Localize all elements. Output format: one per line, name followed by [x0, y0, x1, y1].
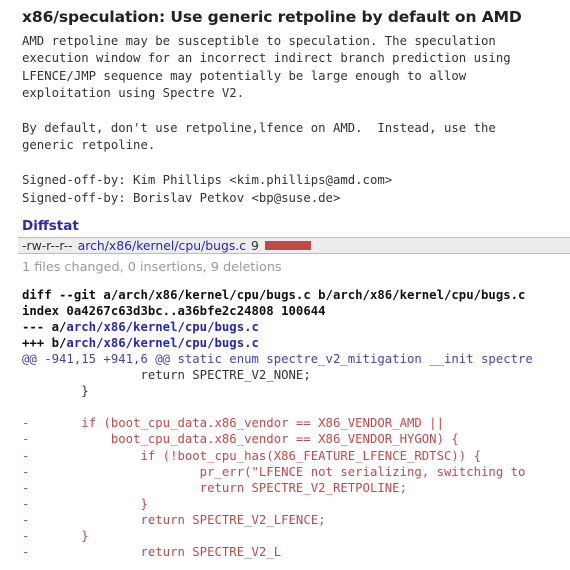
diff-header-line: index 0a4267c63d3bc..a36bfe2c24808 10064… — [22, 303, 570, 319]
diff-deletion-line: - return SPECTRE_V2_RETPOLINE; — [22, 480, 570, 496]
diff-deletion-text: - return SPECTRE_V2_L — [22, 544, 282, 559]
diff-deletion-line: - boot_cpu_data.x86_vendor == X86_VENDOR… — [22, 431, 570, 447]
diff-body: diff --git a/arch/x86/kernel/cpu/bugs.c … — [0, 275, 570, 560]
diff-new-file-line: +++ b/arch/x86/kernel/cpu/bugs.c — [22, 335, 570, 351]
diff-file-prefix: +++ b/ — [22, 336, 67, 351]
diffstat-graph — [264, 241, 311, 251]
diff-context-line: return SPECTRE_V2_NONE; — [22, 367, 570, 383]
diff-file-prefix: --- a/ — [22, 320, 67, 335]
diff-context-line — [22, 399, 570, 415]
diff-deletion-line: - pr_err("LFENCE not serializing, switch… — [22, 464, 570, 480]
diff-context-text: return SPECTRE_V2_NONE; — [22, 368, 311, 383]
commit-message: AMD retpoline may be susceptible to spec… — [22, 34, 511, 205]
diffstat-deletion-bar — [264, 241, 311, 251]
diffstat-file-link[interactable]: arch/x86/kernel/cpu/bugs.c — [73, 238, 246, 253]
diffstat-change-count: 9 — [251, 238, 259, 254]
diff-header-text: diff --git a/arch/x86/kernel/cpu/bugs.c … — [22, 288, 526, 303]
diff-file-path: arch/x86/kernel/cpu/bugs.c — [66, 320, 259, 335]
page-title: x86/speculation: Use generic retpoline b… — [22, 8, 522, 26]
diff-context-text: } — [22, 384, 89, 399]
diff-deletion-text: - boot_cpu_data.x86_vendor == X86_VENDOR… — [22, 432, 459, 447]
diff-old-file-line: --- a/arch/x86/kernel/cpu/bugs.c — [22, 319, 570, 335]
diff-deletion-text: - } — [22, 528, 89, 543]
diff-hunk-text: @@ -941,15 +941,6 @@ static enum spectre… — [22, 352, 533, 367]
diff-deletion-text: - pr_err("LFENCE not serializing, switch… — [22, 464, 526, 479]
diffstat-row: -rw-r--r-- arch/x86/kernel/cpu/bugs.c 9 — [18, 237, 570, 255]
diff-deletion-text: - } — [22, 496, 148, 511]
diff-deletion-text: - if (!boot_cpu_has(X86_FEATURE_LFENCE_R… — [22, 448, 482, 463]
diff-deletion-line: - if (boot_cpu_data.x86_vendor == X86_VE… — [22, 415, 570, 431]
diffstat-summary: 1 files changed, 0 insertions, 9 deletio… — [22, 260, 282, 276]
diff-deletion-text: - if (boot_cpu_data.x86_vendor == X86_VE… — [22, 416, 444, 431]
diffstat-heading: Diffstat — [22, 218, 79, 235]
diff-context-line: } — [22, 383, 570, 399]
commit-page: x86/speculation: Use generic retpoline b… — [0, 0, 570, 570]
diff-deletion-text: - return SPECTRE_V2_RETPOLINE; — [22, 480, 407, 495]
diff-deletion-line: - return SPECTRE_V2_L — [22, 544, 570, 560]
diffstat-table: -rw-r--r-- arch/x86/kernel/cpu/bugs.c 9 — [0, 237, 570, 255]
diff-header-text: index 0a4267c63d3bc..a36bfe2c24808 10064… — [22, 304, 326, 319]
diff-deletion-line: - if (!boot_cpu_has(X86_FEATURE_LFENCE_R… — [22, 448, 570, 464]
diff-deletion-text: - return SPECTRE_V2_LFENCE; — [22, 512, 326, 527]
diff-deletion-line: - } — [22, 496, 570, 512]
diff-deletion-line: - } — [22, 528, 570, 544]
diff-header-line: diff --git a/arch/x86/kernel/cpu/bugs.c … — [22, 287, 570, 303]
diff-hunk-line: @@ -941,15 +941,6 @@ static enum spectre… — [22, 351, 570, 367]
diff-deletion-line: - return SPECTRE_V2_LFENCE; — [22, 512, 570, 528]
diff-file-path: arch/x86/kernel/cpu/bugs.c — [66, 336, 259, 351]
diffstat-file-mode: -rw-r--r-- — [22, 238, 73, 254]
